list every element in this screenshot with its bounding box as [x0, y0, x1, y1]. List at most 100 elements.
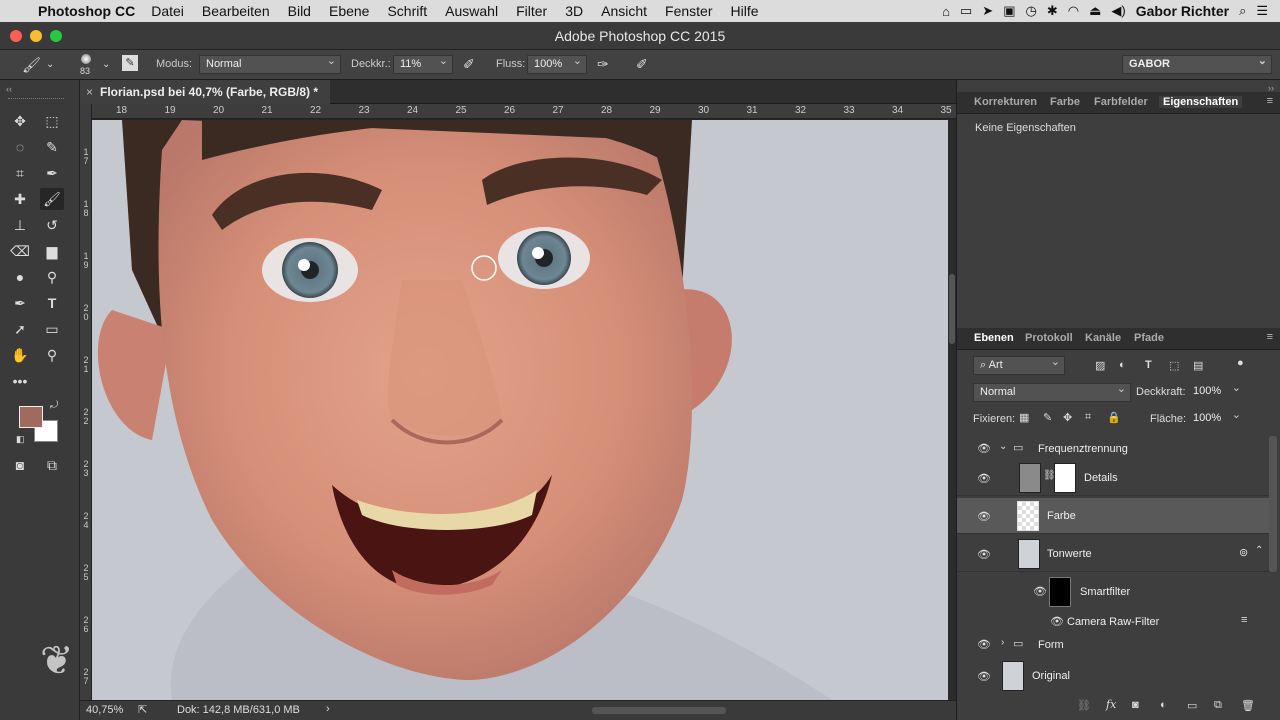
pen-tool-icon[interactable]: ✒	[8, 292, 32, 314]
tab-protokoll[interactable]: Protokoll	[1025, 332, 1073, 344]
close-tab-icon[interactable]: ×	[86, 80, 93, 104]
layer-name[interactable]: Farbe	[1047, 510, 1076, 522]
pressure-opacity-icon[interactable]: ✐	[463, 56, 475, 73]
menu-bild[interactable]: Bild	[288, 3, 311, 19]
monitor-icon[interactable]: ▣	[1003, 3, 1015, 19]
zoom-window-button[interactable]	[50, 30, 62, 42]
group-expand-icon[interactable]: ›	[1001, 637, 1004, 648]
filter-blending-options-icon[interactable]: ≡	[1241, 614, 1247, 626]
home-icon[interactable]: ⌂	[942, 4, 950, 19]
modus-dropdown[interactable]: Normal	[199, 53, 341, 74]
quick-mask-icon[interactable]: ◙	[8, 454, 32, 476]
bluetooth-icon[interactable]: ✱	[1047, 3, 1058, 19]
lock-transparency-icon[interactable]: ▦	[1019, 411, 1029, 424]
crop-tool-icon[interactable]: ⌗	[8, 162, 32, 184]
canvas-vertical-scrollbar[interactable]	[948, 120, 956, 700]
layer-row-camera-raw[interactable]: 👁 Camera Raw-Filter ≡	[957, 612, 1269, 632]
menu-schrift[interactable]: Schrift	[387, 3, 427, 19]
layer-row-form[interactable]: 👁 › ▭ Form	[957, 634, 1269, 656]
visibility-eye-icon[interactable]: 👁	[977, 638, 991, 651]
path-select-tool-icon[interactable]: ➚	[8, 318, 32, 340]
clone-stamp-tool-icon[interactable]: ⊥	[8, 214, 32, 236]
visibility-eye-icon[interactable]: 👁	[977, 442, 991, 455]
tab-kanaele[interactable]: Kanäle	[1085, 332, 1121, 344]
visibility-eye-icon[interactable]: 👁	[977, 510, 991, 523]
gradient-tool-icon[interactable]: ▆	[40, 240, 64, 262]
opacity-dropdown[interactable]: 100%	[1187, 380, 1245, 402]
visibility-eye-icon[interactable]: 👁	[1050, 615, 1064, 628]
type-tool-icon[interactable]: T	[40, 292, 64, 314]
close-window-button[interactable]	[10, 30, 22, 42]
user-name[interactable]: Gabor Richter	[1136, 3, 1229, 19]
marquee-tool-icon[interactable]: ⬚	[40, 110, 64, 132]
history-brush-tool-icon[interactable]: ↺	[40, 214, 64, 236]
filter-adjustment-icon[interactable]: ◐	[1119, 359, 1126, 371]
lock-all-icon[interactable]: 🔒	[1107, 411, 1121, 424]
filter-pixel-icon[interactable]: ▨	[1095, 359, 1105, 372]
visibility-eye-icon[interactable]: 👁	[1033, 585, 1047, 598]
dodge-tool-icon[interactable]: ⚲	[40, 266, 64, 288]
visibility-eye-icon[interactable]: 👁	[977, 548, 991, 561]
brush-preset-icon[interactable]: 🖌	[22, 56, 41, 74]
default-colors-icon[interactable]: ◧	[16, 434, 25, 445]
brush-panel-icon[interactable]: ✎	[122, 55, 138, 71]
brush-picker-chevron-icon[interactable]: ⌄	[102, 59, 110, 70]
layer-row-original[interactable]: 👁 Original	[957, 658, 1269, 694]
quick-select-tool-icon[interactable]: ✎	[40, 136, 64, 158]
tab-korrekturen[interactable]: Korrekturen	[974, 96, 1037, 108]
healing-brush-tool-icon[interactable]: ✚	[8, 188, 32, 210]
airbrush-icon[interactable]: ✑	[597, 56, 609, 73]
lock-artboard-icon[interactable]: ⌗	[1085, 411, 1091, 424]
delete-layer-icon[interactable]: 🗑	[1241, 699, 1255, 712]
visibility-eye-icon[interactable]: 👁	[977, 472, 991, 485]
collapse-filters-icon[interactable]: ⌃	[1255, 545, 1263, 556]
lasso-tool-icon[interactable]: ◌	[8, 136, 32, 158]
lock-pixels-icon[interactable]: ✎	[1043, 411, 1052, 424]
layer-row-tonwerte[interactable]: 👁 Tonwerte ⊚ ⌃	[957, 536, 1269, 572]
filter-toggle-icon[interactable]: ●	[1237, 357, 1244, 369]
screen-mode-icon[interactable]: ⧉	[40, 454, 64, 476]
search-icon[interactable]: ⌕	[1239, 3, 1246, 19]
zoom-level[interactable]: 40,75%	[86, 704, 123, 716]
shape-tool-icon[interactable]: ▭	[40, 318, 64, 340]
minimize-window-button[interactable]	[30, 30, 42, 42]
document-tab[interactable]: × Florian.psd bei 40,7% (Farbe, RGB/8) *	[80, 80, 331, 104]
export-icon[interactable]: ⇱	[138, 703, 147, 716]
volume-icon[interactable]: ◀)	[1111, 3, 1125, 19]
brush-preset-chevron-icon[interactable]: ⌄	[46, 59, 54, 70]
menu-3d[interactable]: 3D	[565, 3, 583, 19]
link-layers-icon[interactable]: ⛓	[1077, 699, 1091, 712]
layer-name[interactable]: Smartfilter	[1080, 586, 1130, 598]
eject-icon[interactable]: ⏏	[1089, 3, 1101, 19]
menu-ebene[interactable]: Ebene	[329, 3, 369, 19]
more-tools-icon[interactable]: •••	[8, 370, 32, 392]
tab-farbfelder[interactable]: Farbfelder	[1094, 96, 1148, 108]
blur-tool-icon[interactable]: ●	[8, 266, 32, 288]
layer-name[interactable]: Tonwerte	[1047, 548, 1092, 560]
menu-hilfe[interactable]: Hilfe	[731, 3, 759, 19]
new-adjustment-layer-icon[interactable]: ◐	[1160, 699, 1167, 711]
brush-tool-icon[interactable]: 🖌	[40, 188, 64, 210]
menu-auswahl[interactable]: Auswahl	[445, 3, 498, 19]
ruler-horizontal[interactable]: 18 19 20 21 22 23 24 25 26 27 28 29 30 31 32 33 34 35	[92, 104, 956, 119]
horizontal-scrollbar-thumb[interactable]	[592, 707, 726, 714]
tab-pfade[interactable]: Pfade	[1134, 332, 1164, 344]
hand-tool-icon[interactable]: ✋	[8, 344, 32, 366]
foreground-color-swatch[interactable]	[19, 406, 43, 428]
menu-datei[interactable]: Datei	[151, 3, 184, 19]
toolbar-grip[interactable]	[8, 98, 64, 101]
wifi-icon[interactable]: ◠	[1068, 3, 1079, 19]
layer-mask-thumbnail[interactable]	[1054, 463, 1076, 493]
scrollbar-thumb[interactable]	[949, 274, 955, 344]
eraser-tool-icon[interactable]: ⌫	[8, 240, 32, 262]
fill-dropdown[interactable]: 100%	[1187, 407, 1245, 429]
add-mask-icon[interactable]: ◙	[1132, 699, 1139, 711]
layer-name[interactable]: Original	[1032, 670, 1070, 682]
layer-filter-dropdown[interactable]: ⌕ Art	[973, 354, 1065, 375]
pressure-size-icon[interactable]: ✐	[636, 56, 648, 73]
layer-row-farbe[interactable]: 👁 Farbe	[957, 498, 1269, 534]
collapse-toolbar-icon[interactable]: ‹‹	[6, 84, 12, 94]
visibility-eye-icon[interactable]: 👁	[977, 670, 991, 683]
layer-name[interactable]: Form	[1038, 639, 1064, 651]
blend-mode-dropdown[interactable]: Normal	[973, 381, 1131, 402]
